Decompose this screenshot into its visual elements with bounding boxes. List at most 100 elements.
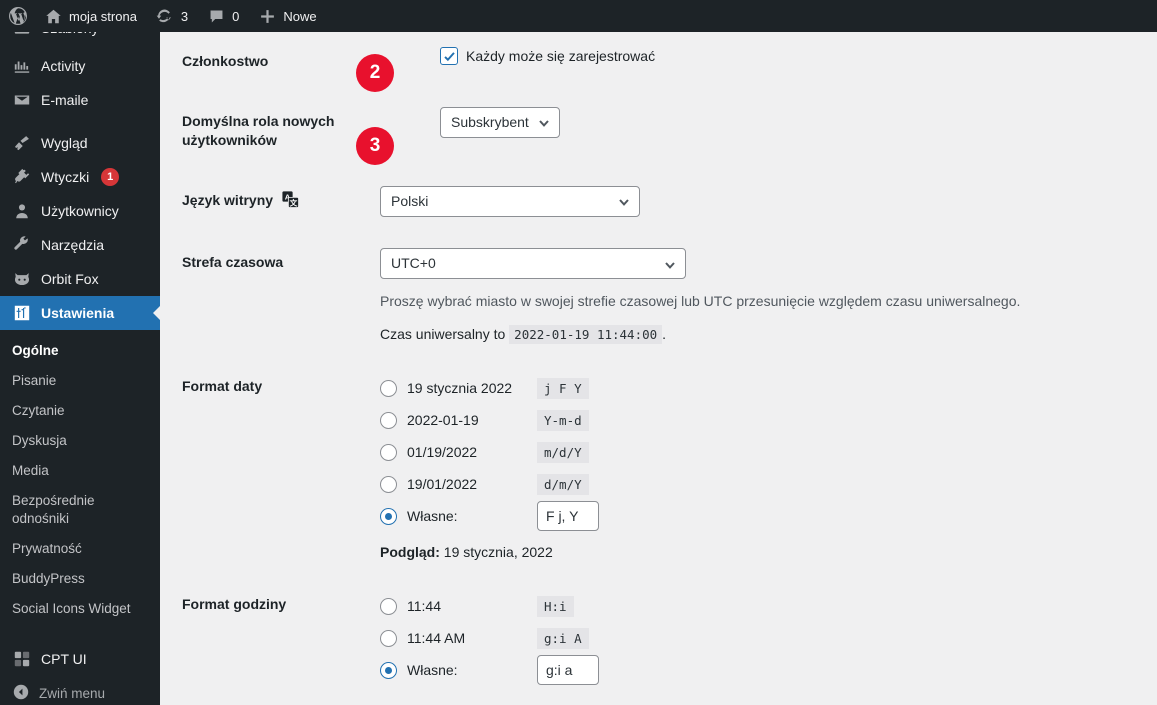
- sidebar-item-wtyczki[interactable]: Wtyczki 1: [0, 160, 160, 194]
- time-format-custom-label[interactable]: Własne:: [407, 662, 537, 678]
- site-language-select[interactable]: Polski: [380, 185, 640, 217]
- collapse-arrow-icon: [12, 683, 30, 704]
- date-format-radio[interactable]: [380, 475, 397, 493]
- sidebar-item-uzytkownicy[interactable]: Użytkownicy: [0, 194, 160, 228]
- date-format-tag: d/m/Y: [537, 473, 589, 495]
- sidebar-item-narzedzia[interactable]: Narzędzia: [0, 228, 160, 262]
- site-language-select-wrapper: Polski: [380, 185, 640, 217]
- date-format-option-label[interactable]: 2022-01-19: [407, 412, 537, 428]
- time-format-custom-radio[interactable]: [380, 661, 397, 679]
- date-format-option-label[interactable]: 01/19/2022: [407, 444, 537, 460]
- date-format-radio[interactable]: [380, 443, 397, 461]
- sidebar-item-dyskusja[interactable]: Dyskusja: [0, 426, 160, 456]
- date-format-option[interactable]: 19/01/2022 d/m/Y: [380, 468, 1147, 500]
- membership-checkbox[interactable]: [440, 47, 458, 65]
- sidebar-item-activity[interactable]: Activity: [0, 49, 160, 83]
- sidebar-item-label: Ustawienia: [41, 305, 115, 321]
- home-icon: [43, 6, 63, 26]
- time-format-radio[interactable]: [380, 629, 397, 647]
- svg-text:文: 文: [290, 197, 298, 207]
- sidebar-separator: [0, 634, 160, 642]
- sidebar-item-label: Narzędzia: [41, 237, 105, 253]
- sidebar-item-label: Użytkownicy: [41, 203, 119, 219]
- sidebar-item-ogolne[interactable]: Ogólne: [0, 336, 160, 366]
- time-format-tag: g:i A: [537, 627, 589, 649]
- comments-button[interactable]: 0: [197, 0, 248, 32]
- new-content-button[interactable]: Nowe: [248, 0, 325, 32]
- universal-time-value: 2022-01-19 11:44:00: [509, 325, 663, 345]
- time-format-radio[interactable]: [380, 597, 397, 615]
- sidebar-item-cpt-ui[interactable]: CPT UI: [0, 642, 160, 676]
- sidebar-item-label: Orbit Fox: [41, 271, 99, 287]
- updates-button[interactable]: 3: [146, 0, 197, 32]
- sidebar-item-wyglad[interactable]: Wygląd: [0, 126, 160, 160]
- time-format-option-label[interactable]: 11:44: [407, 598, 537, 614]
- sidebar-item-pisanie[interactable]: Pisanie: [0, 366, 160, 396]
- sidebar-item-prywatnosc[interactable]: Prywatność: [0, 534, 160, 564]
- activity-icon: [12, 56, 32, 76]
- date-format-option[interactable]: 19 stycznia 2022 j F Y: [380, 372, 1147, 404]
- sidebar-item-emaile[interactable]: E-maile: [0, 83, 160, 117]
- sidebar-separator: [0, 117, 160, 126]
- sidebar-item-ustawienia[interactable]: Ustawienia: [0, 296, 160, 330]
- timezone-description: Proszę wybrać miasto w swojej strefie cz…: [380, 293, 1021, 310]
- default-role-label: Domyślna rola nowych użytkowników: [182, 112, 335, 149]
- date-format-custom-label[interactable]: Własne:: [407, 508, 537, 524]
- date-format-control: 19 stycznia 2022 j F Y 2022-01-19 Y-m-d …: [380, 357, 1157, 575]
- date-format-custom-radio[interactable]: [380, 507, 397, 525]
- time-format-custom-option[interactable]: Własne:: [380, 654, 1147, 686]
- admin-sidebar: Szablony Activity E-maile Wygląd Wtyczki…: [0, 0, 160, 705]
- date-format-option-label[interactable]: 19 stycznia 2022: [407, 380, 537, 396]
- site-language-label: Język witryny A 文: [160, 171, 380, 234]
- translation-icon: A 文: [282, 191, 299, 214]
- sidebar-item-social-icons-widget[interactable]: Social Icons Widget: [0, 594, 160, 624]
- updates-count: 3: [180, 8, 189, 24]
- row-time-format: Format godziny 11:44 H:i 11:44 AM g:i A: [160, 575, 1157, 701]
- updates-icon: [155, 6, 175, 26]
- universal-time-prefix: Czas uniwersalny to: [380, 326, 506, 343]
- settings-sliders-icon: [12, 303, 32, 323]
- collapse-menu-label: Zwiń menu: [39, 685, 106, 701]
- site-language-label-text: Język witryny: [182, 191, 274, 208]
- settings-form-table: Członkostwo Każdy może się zarejestrować…: [160, 32, 1157, 701]
- sidebar-item-label: CPT UI: [41, 651, 87, 667]
- sidebar-item-orbit-fox[interactable]: Orbit Fox: [0, 262, 160, 296]
- date-format-tag: m/d/Y: [537, 441, 589, 463]
- timezone-select-wrapper: UTC+0: [380, 248, 686, 280]
- wordpress-logo-button[interactable]: [0, 0, 34, 32]
- sidebar-item-bezposrednie-odnosniki[interactable]: Bezpośrednie odnośniki: [0, 486, 160, 534]
- date-format-tag: Y-m-d: [537, 409, 589, 431]
- date-format-radio[interactable]: [380, 379, 397, 397]
- date-format-option[interactable]: 2022-01-19 Y-m-d: [380, 404, 1147, 436]
- site-name-button[interactable]: moja strona: [34, 0, 146, 32]
- default-role-select[interactable]: Subskrybent: [440, 106, 560, 138]
- time-format-custom-input[interactable]: [537, 655, 599, 686]
- timezone-control: UTC+0 Proszę wybrać miasto w swojej stre…: [380, 233, 1157, 357]
- time-format-label: Format godziny: [182, 596, 287, 613]
- date-format-custom-option[interactable]: Własne:: [380, 500, 1147, 532]
- sidebar-item-buddypress[interactable]: BuddyPress: [0, 564, 160, 594]
- timezone-select[interactable]: UTC+0: [380, 248, 686, 280]
- row-default-role: Domyślna rola nowych użytkowników Subskr…: [160, 92, 1157, 171]
- sidebar-item-label: E-maile: [41, 92, 89, 108]
- tools-wrench-icon: [12, 235, 32, 255]
- date-format-preview-label: Podgląd:: [380, 544, 440, 561]
- membership-checkbox-label[interactable]: Każdy może się zarejestrować: [466, 48, 655, 64]
- time-format-option[interactable]: 11:44 AM g:i A: [380, 622, 1147, 654]
- date-format-option-label[interactable]: 19/01/2022: [407, 476, 537, 492]
- row-membership: Członkostwo Każdy może się zarejestrować: [160, 32, 1157, 92]
- site-language-control: Polski: [380, 171, 1157, 234]
- timezone-label: Strefa czasowa: [182, 254, 284, 271]
- date-format-custom-input[interactable]: [537, 501, 599, 532]
- row-timezone: Strefa czasowa UTC+0 Proszę wybrać miast…: [160, 233, 1157, 357]
- membership-control: Każdy może się zarejestrować: [380, 32, 1157, 92]
- date-format-radio[interactable]: [380, 411, 397, 429]
- time-format-option-label[interactable]: 11:44 AM: [407, 630, 537, 646]
- users-icon: [12, 201, 32, 221]
- collapse-menu-button[interactable]: Zwiń menu: [0, 676, 160, 705]
- time-format-option[interactable]: 11:44 H:i: [380, 590, 1147, 622]
- sidebar-item-media[interactable]: Media: [0, 456, 160, 486]
- sidebar-item-czytanie[interactable]: Czytanie: [0, 396, 160, 426]
- email-icon: [12, 90, 32, 110]
- date-format-option[interactable]: 01/19/2022 m/d/Y: [380, 436, 1147, 468]
